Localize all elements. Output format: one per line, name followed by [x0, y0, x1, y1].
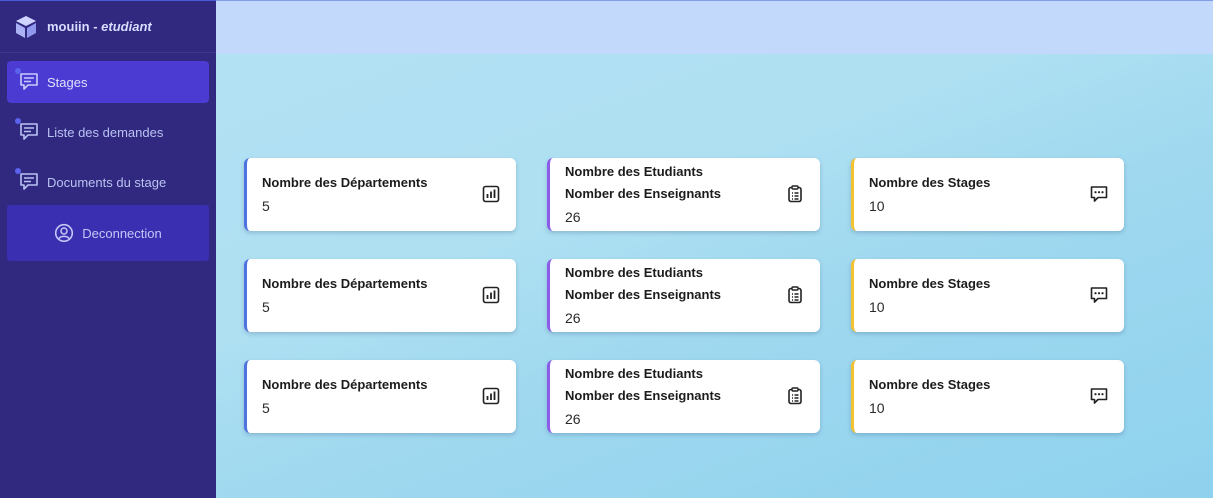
brand-title: mouiin - etudiant — [47, 19, 152, 34]
card-title-line1: Nombre des Etudiants — [565, 163, 703, 179]
card-value: 5 — [262, 197, 270, 214]
brand[interactable]: mouiin - etudiant — [0, 1, 216, 53]
card-title: Nombre des Départements — [262, 275, 428, 291]
indicator-dot — [15, 118, 21, 124]
user-circle-icon — [55, 223, 74, 243]
card-departements[interactable]: Nombre des Départements 5 — [244, 158, 516, 231]
message-icon — [20, 73, 38, 90]
cube-logo-icon — [16, 15, 36, 38]
card-title: Nombre des Départements — [262, 174, 428, 190]
sidebar-item-stages[interactable]: Stages — [7, 61, 209, 103]
comment-dots-icon — [1090, 186, 1108, 202]
sidebar: mouiin - etudiant Stages Liste des deman… — [0, 0, 216, 498]
clipboard-icon — [788, 286, 802, 304]
sidebar-item-documents-du-stage[interactable]: Documents du stage — [7, 161, 209, 203]
sidebar-item-label: Stages — [47, 74, 88, 90]
card-value: 10 — [869, 399, 885, 416]
bar-chart-icon — [482, 286, 500, 304]
card-departements[interactable]: Nombre des Départements 5 — [244, 360, 516, 433]
card-title-line1: Nombre des Etudiants — [565, 264, 703, 280]
card-value: 5 — [262, 399, 270, 416]
comment-dots-icon — [1090, 287, 1108, 303]
card-etudiants-enseignants[interactable]: Nombre des Etudiants Nomber des Enseigna… — [547, 360, 820, 433]
indicator-dot — [15, 168, 21, 174]
card-title: Nombre des Stages — [869, 275, 991, 291]
card-title-line2: Nomber des Enseignants — [565, 387, 722, 403]
card-value: 10 — [869, 197, 885, 214]
card-value: 26 — [565, 208, 581, 225]
card-value: 10 — [869, 298, 885, 315]
message-icon — [20, 173, 38, 190]
card-title: Nombre des Stages — [869, 376, 991, 392]
sidebar-nav: Stages Liste des demandes Documents du s… — [0, 53, 216, 261]
card-etudiants-enseignants[interactable]: Nombre des Etudiants Nomber des Enseigna… — [547, 259, 820, 332]
bar-chart-icon — [482, 185, 500, 203]
sidebar-item-label: Documents du stage — [47, 174, 167, 190]
top-bar — [216, 0, 1213, 54]
logout-label: Deconnection — [82, 225, 162, 241]
message-icon — [20, 123, 38, 140]
indicator-dot — [15, 68, 21, 74]
card-etudiants-enseignants[interactable]: Nombre des Etudiants Nomber des Enseigna… — [547, 158, 820, 231]
sidebar-item-liste-des-demandes[interactable]: Liste des demandes — [7, 111, 209, 153]
card-title-line2: Nomber des Enseignants — [565, 286, 722, 302]
card-value: 26 — [565, 410, 581, 427]
stats-grid: Nombre des Départements 5 Nombre des Etu… — [244, 158, 1124, 433]
card-title: Nombre des Stages — [869, 174, 991, 190]
card-title: Nombre des Départements — [262, 376, 428, 392]
card-departements[interactable]: Nombre des Départements 5 — [244, 259, 516, 332]
card-title-line1: Nombre des Etudiants — [565, 365, 703, 381]
sidebar-item-label: Liste des demandes — [47, 124, 164, 140]
bar-chart-icon — [482, 387, 500, 405]
clipboard-icon — [788, 185, 802, 203]
logout-button[interactable]: Deconnection — [7, 205, 209, 261]
card-stages[interactable]: Nombre des Stages 10 — [851, 360, 1124, 433]
card-value: 5 — [262, 298, 270, 315]
card-title-line2: Nomber des Enseignants — [565, 185, 722, 201]
comment-dots-icon — [1090, 388, 1108, 404]
card-value: 26 — [565, 309, 581, 326]
clipboard-icon — [788, 387, 802, 405]
main-content: Nombre des Départements 5 Nombre des Etu… — [216, 0, 1213, 498]
card-stages[interactable]: Nombre des Stages 10 — [851, 259, 1124, 332]
card-stages[interactable]: Nombre des Stages 10 — [851, 158, 1124, 231]
